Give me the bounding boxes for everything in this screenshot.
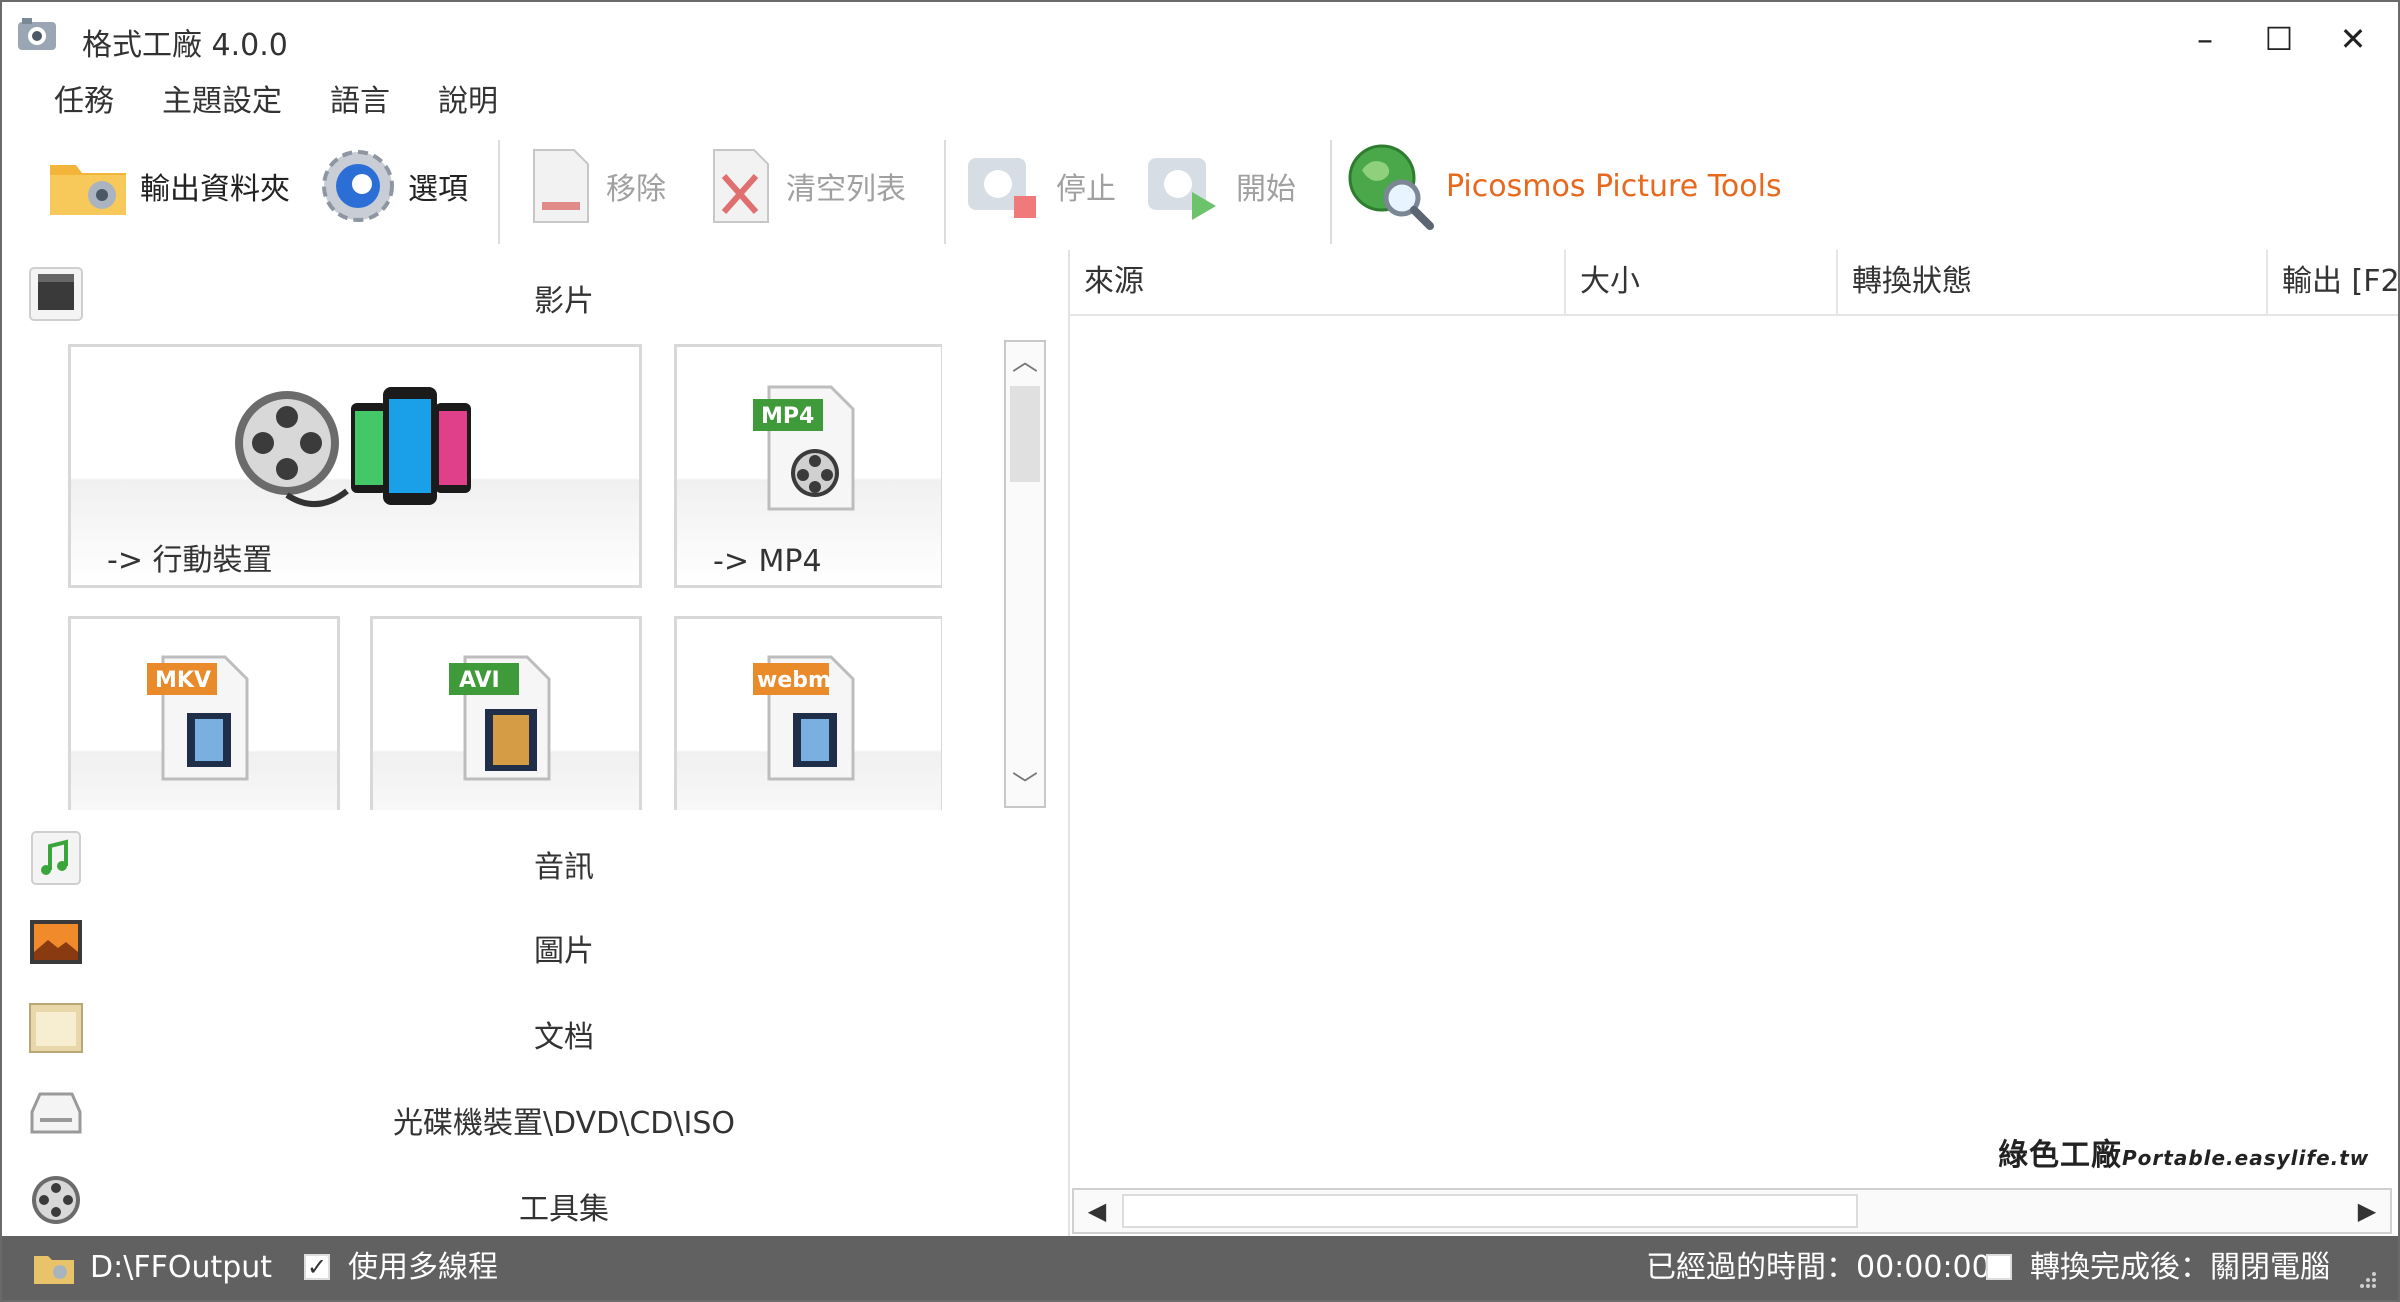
toolbar-separator: [498, 140, 500, 244]
shutdown-after-checkbox[interactable]: [1986, 1254, 2012, 1280]
start-button[interactable]: 開始: [1142, 144, 1296, 228]
task-list-panel: 來源 大小 轉換狀態 輸出 [F2 綠色工廠Portable.easylife.…: [1068, 250, 2398, 1236]
picosmos-label: Picosmos Picture Tools: [1446, 168, 1782, 204]
svg-text:webm: webm: [757, 668, 831, 693]
tile-webm[interactable]: webm: [674, 616, 942, 810]
gear-icon: [322, 150, 394, 222]
toolbar-separator: [944, 140, 946, 244]
start-label: 開始: [1236, 172, 1296, 207]
category-document[interactable]: 文档: [2, 988, 1066, 1068]
toolbar-separator: [1330, 140, 1332, 244]
minimize-button[interactable]: –: [2170, 12, 2240, 66]
multithread-checkbox[interactable]: ✓: [304, 1254, 330, 1280]
menu-bar: 任務 主題設定 語言 說明: [2, 76, 522, 128]
picosmos-button[interactable]: Picosmos Picture Tools: [1344, 144, 1782, 230]
start-icon: [1148, 158, 1216, 220]
stop-label: 停止: [1056, 172, 1116, 207]
app-window: 格式工廠 4.0.0 – ☐ ✕ 任務 主題設定 語言 說明 輸出資料夾 選項 …: [0, 0, 2400, 1302]
stop-button[interactable]: 停止: [962, 144, 1116, 228]
scroll-thumb[interactable]: [1010, 386, 1040, 482]
svg-text:MKV: MKV: [155, 668, 211, 693]
svg-text:AVI: AVI: [459, 668, 500, 693]
video-format-tiles: -> 行動裝置 MP4 -> MP4 MKV AVI webm: [62, 340, 942, 810]
watermark-main: 綠色工廠: [1998, 1138, 2122, 1173]
tile-mobile[interactable]: -> 行動裝置: [68, 344, 642, 588]
scroll-left-arrow-icon[interactable]: ◀: [1076, 1190, 1118, 1232]
clear-list-label: 清空列表: [786, 172, 906, 207]
tile-mkv[interactable]: MKV: [68, 616, 340, 810]
output-folder-button[interactable]: 輸出資料夾: [46, 144, 290, 228]
clear-x-icon: [713, 149, 769, 223]
category-video[interactable]: 影片: [2, 254, 1066, 334]
output-folder-label: 輸出資料夾: [140, 172, 290, 207]
column-output[interactable]: 輸出 [F2: [2268, 250, 2398, 314]
task-list-horizontal-scrollbar[interactable]: ◀ ▶: [1072, 1188, 2392, 1234]
status-bar: D:\FFOutput ✓ 使用多線程 已經過的時間：00:00:00 轉換完成…: [2, 1236, 2398, 1300]
document-remove-icon: [533, 149, 589, 223]
format-factory-icon: [18, 18, 56, 50]
menu-language[interactable]: 語言: [306, 76, 414, 128]
remove-label: 移除: [606, 172, 666, 207]
output-path[interactable]: D:\FFOutput: [90, 1236, 272, 1300]
resize-grip-icon[interactable]: [2354, 1266, 2378, 1290]
tile-mp4[interactable]: MP4 -> MP4: [674, 344, 942, 588]
category-tools-label: 工具集: [519, 1192, 609, 1227]
category-image[interactable]: 圖片: [2, 902, 1066, 982]
menu-theme[interactable]: 主題設定: [138, 76, 306, 128]
watermark-sub: Portable.easylife.tw: [2122, 1146, 2370, 1170]
close-button[interactable]: ✕: [2318, 12, 2388, 66]
toolbar: 輸出資料夾 選項 移除 清空列表 停止 開始 Picosmos Picture …: [2, 128, 2398, 244]
category-audio-label: 音訊: [534, 850, 594, 885]
category-audio[interactable]: 音訊: [2, 816, 1066, 896]
clear-list-button[interactable]: 清空列表: [706, 144, 906, 228]
scroll-down-arrow-icon[interactable]: ﹀: [1006, 766, 1044, 806]
multithread-label: 使用多線程: [348, 1250, 498, 1285]
globe-magnifier-icon: [1348, 144, 1434, 230]
window-title: 格式工廠 4.0.0: [82, 28, 288, 63]
elapsed-time: 已經過的時間：00:00:00: [1646, 1250, 1991, 1285]
column-source[interactable]: 來源: [1070, 250, 1566, 314]
column-status[interactable]: 轉換狀態: [1838, 250, 2268, 314]
scroll-right-arrow-icon[interactable]: ▶: [2346, 1190, 2388, 1232]
tiles-vertical-scrollbar[interactable]: ︿ ﹀: [1004, 340, 1046, 808]
title-bar: 格式工廠 4.0.0 – ☐ ✕: [2, 2, 2398, 76]
options-button[interactable]: 選項: [318, 144, 468, 228]
menu-help[interactable]: 說明: [414, 76, 522, 128]
tile-avi[interactable]: AVI: [370, 616, 642, 810]
film-reel-phones-icon: [235, 387, 471, 508]
category-tools[interactable]: 工具集: [2, 1160, 1066, 1240]
category-video-label: 影片: [534, 284, 594, 319]
tile-mobile-label: -> 行動裝置: [107, 543, 273, 578]
task-list-header: 來源 大小 轉換狀態 輸出 [F2: [1070, 250, 2398, 316]
column-size[interactable]: 大小: [1566, 250, 1838, 314]
scroll-thumb[interactable]: [1122, 1194, 1858, 1228]
svg-text:MP4: MP4: [761, 404, 814, 429]
stop-icon: [968, 158, 1036, 218]
menu-task[interactable]: 任務: [2, 76, 138, 128]
scroll-up-arrow-icon[interactable]: ︿: [1006, 342, 1044, 382]
tile-mp4-label: -> MP4: [713, 544, 822, 579]
category-disc-label: 光碟機裝置\DVD\CD\ISO: [392, 1106, 736, 1141]
avi-file-icon: AVI: [449, 655, 551, 781]
category-panel: 影片 -> 行動裝置 MP4 -> MP4 MKV AVI webm ︿ ﹀ 音…: [2, 244, 1066, 1236]
folder-icon: [50, 165, 126, 215]
webm-file-icon: webm: [753, 655, 855, 781]
maximize-button[interactable]: ☐: [2244, 12, 2314, 66]
watermark: 綠色工廠Portable.easylife.tw: [1998, 1130, 2369, 1174]
mp4-file-icon: MP4: [753, 385, 855, 511]
options-label: 選項: [408, 172, 468, 207]
after-convert-label: 轉換完成後：關閉電腦: [2030, 1250, 2330, 1285]
mkv-file-icon: MKV: [147, 655, 249, 781]
category-disc[interactable]: 光碟機裝置\DVD\CD\ISO: [2, 1074, 1066, 1154]
category-document-label: 文档: [534, 1020, 594, 1055]
remove-button[interactable]: 移除: [526, 144, 666, 228]
folder-icon: [34, 1256, 74, 1284]
category-image-label: 圖片: [534, 934, 594, 969]
